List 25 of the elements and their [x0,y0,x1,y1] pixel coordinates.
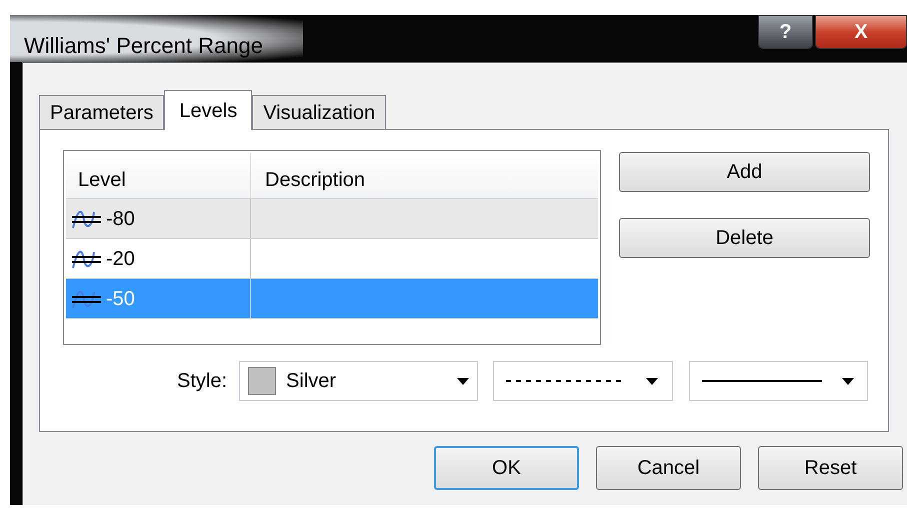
dialog-button[interactable]: Reset [758,446,903,490]
dialog-button[interactable]: Add [619,152,870,192]
window-title: Williams' Percent Range [24,33,263,58]
line-style-dropdown[interactable] [493,361,674,401]
line-width-dropdown[interactable] [689,361,868,401]
tab[interactable]: Parameters [39,95,164,129]
table-row[interactable]: -20 [66,239,598,279]
close-button[interactable]: X [815,15,907,49]
column-header[interactable]: Description [251,153,598,198]
dialog-button[interactable]: Delete [619,218,870,258]
dialog-button[interactable]: OK [434,446,579,490]
color-dropdown[interactable]: Silver [239,361,478,401]
column-header[interactable]: Level [66,153,251,198]
level-value: -20 [106,246,135,272]
table-row[interactable]: -80 [66,199,598,239]
style-label: Style: [177,369,228,394]
level-value: -50 [106,286,135,312]
caret-icon [842,378,854,384]
help-button[interactable]: ? [758,15,813,49]
caret-icon [457,378,470,384]
tab[interactable]: Visualization [252,95,386,129]
dialog-button[interactable]: Cancel [596,446,741,490]
level-value: -80 [106,206,135,232]
caret-icon [646,378,658,384]
tab[interactable]: Levels [164,90,252,130]
